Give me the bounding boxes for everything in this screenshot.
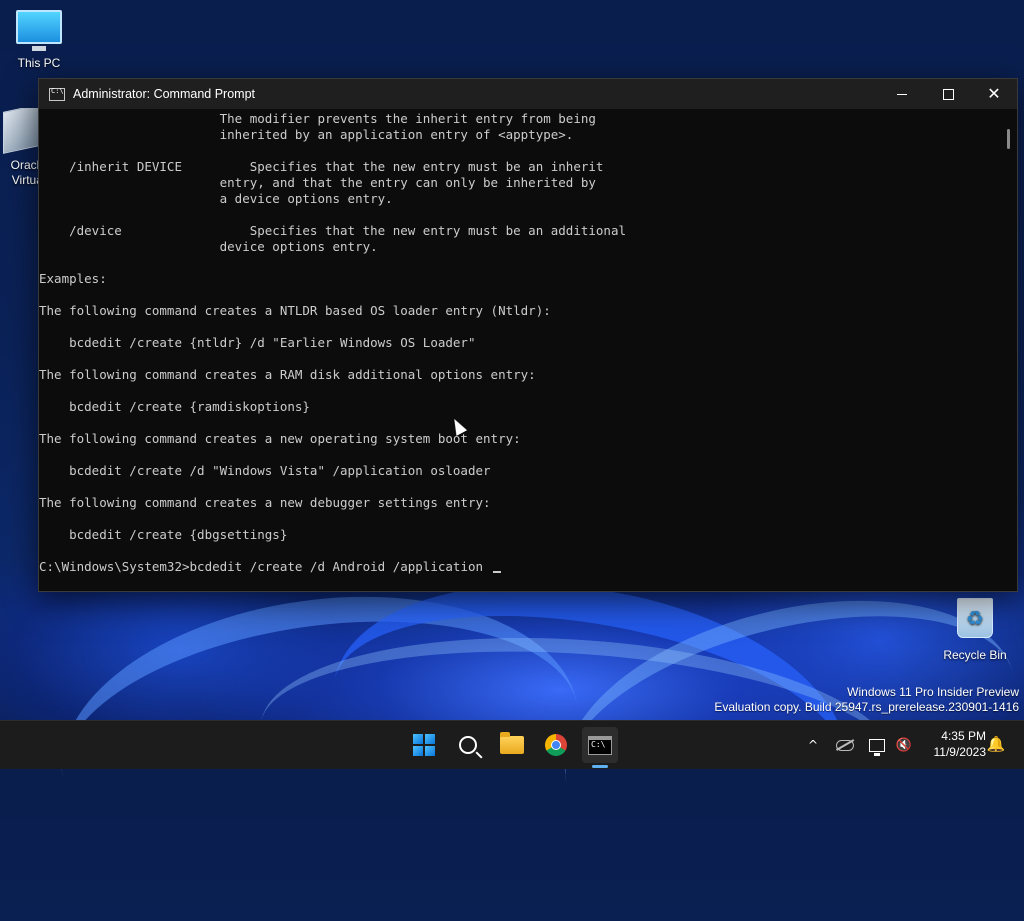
console-line: The following command creates a NTLDR ba…	[39, 303, 551, 318]
maximize-icon	[942, 88, 954, 100]
clock-time: 4:35 PM	[941, 729, 986, 743]
console-line: The following command creates a new oper…	[39, 431, 521, 446]
close-icon: ✕	[987, 84, 1001, 103]
recycle-bin-icon	[957, 598, 993, 638]
desktop-icon-this-pc[interactable]: This PC	[2, 10, 76, 70]
bell-icon: 🔔	[986, 735, 1006, 753]
virtualbox-icon	[3, 108, 39, 154]
command-prompt-taskbar-button[interactable]	[582, 727, 618, 763]
console-line: Examples:	[39, 271, 107, 286]
search-button[interactable]	[450, 727, 486, 763]
prompt-text: C:\Windows\System32>	[39, 559, 190, 574]
desktop-icon-recycle-bin[interactable]: Recycle Bin	[938, 598, 1012, 662]
console-line: /device Specifies that the new entry mus…	[39, 223, 626, 238]
file-explorer-button[interactable]	[494, 727, 530, 763]
console-line: The modifier prevents the inherit entry …	[39, 111, 596, 126]
command-input[interactable]: bcdedit /create /d Android /application	[190, 559, 491, 574]
desktop-icon-label: Recycle Bin	[943, 648, 1007, 662]
desktop-icon-virtualbox[interactable]: Oracle VM VirtualBox	[2, 108, 40, 188]
console-line: bcdedit /create /d "Windows Vista" /appl…	[39, 463, 491, 478]
cmd-app-icon	[49, 87, 65, 101]
watermark-build: Evaluation copy. Build 25947.rs_prerelea…	[714, 700, 1019, 714]
onedrive-tray-button[interactable]	[834, 721, 856, 769]
console-line: bcdedit /create {ramdiskoptions}	[39, 399, 310, 414]
clock-button[interactable]: 4:35 PM 11/9/2023	[920, 728, 987, 760]
desktop-icon-label: Oracle VM VirtualBox	[10, 158, 40, 187]
network-tray-button[interactable]	[866, 721, 888, 769]
maximize-button[interactable]	[925, 79, 971, 109]
console-line: The following command creates a RAM disk…	[39, 367, 536, 382]
console-line: bcdedit /create {ntldr} /d "Earlier Wind…	[39, 335, 476, 350]
window-titlebar[interactable]: Administrator: Command Prompt ✕	[39, 79, 1017, 109]
folder-icon	[500, 732, 524, 754]
volume-tray-button[interactable]: 🔇	[893, 721, 915, 769]
console-line: bcdedit /create {dbgsettings}	[39, 527, 288, 542]
search-icon	[459, 736, 477, 754]
volume-muted-icon: 🔇	[895, 737, 913, 753]
network-icon	[869, 738, 885, 756]
chrome-button[interactable]	[538, 727, 574, 763]
clock-date: 11/9/2023	[933, 745, 987, 759]
cloud-offline-icon	[836, 739, 854, 751]
monitor-icon	[16, 10, 62, 51]
notifications-button[interactable]: 🔔	[986, 735, 1006, 753]
console-output[interactable]: The modifier prevents the inherit entry …	[39, 109, 1001, 591]
console-line: /inherit DEVICE Specifies that the new e…	[39, 159, 604, 174]
terminal-icon	[588, 735, 612, 755]
console-line: The following command creates a new debu…	[39, 495, 491, 510]
watermark-edition: Windows 11 Pro Insider Preview	[847, 685, 1019, 699]
windows-logo-icon	[413, 734, 435, 756]
text-cursor	[492, 571, 501, 573]
console-line: device options entry.	[39, 239, 378, 254]
start-button[interactable]	[406, 727, 442, 763]
chrome-icon	[545, 734, 567, 756]
command-line[interactable]: C:\Windows\System32>bcdedit /create /d A…	[39, 559, 1001, 575]
command-prompt-window[interactable]: Administrator: Command Prompt ✕ The modi…	[38, 78, 1018, 592]
vertical-scrollbar[interactable]	[1001, 109, 1017, 591]
taskbar: ^ 🔇 4:35 PM 11/9/2023 🔔	[0, 720, 1024, 769]
console-line: entry, and that the entry can only be in…	[39, 175, 596, 190]
chevron-up-icon: ^	[807, 738, 819, 752]
os-watermark: Windows 11 Pro Insider Preview Evaluatio…	[714, 685, 1019, 715]
minimize-button[interactable]	[879, 79, 925, 109]
show-hidden-icons-button[interactable]: ^	[803, 721, 823, 769]
close-button[interactable]: ✕	[971, 79, 1017, 109]
window-title: Administrator: Command Prompt	[73, 87, 256, 101]
desktop-icon-label: This PC	[17, 56, 61, 70]
minimize-icon	[897, 93, 907, 95]
console-line: inherited by an application entry of <ap…	[39, 127, 574, 142]
console-line: a device options entry.	[39, 191, 393, 206]
scrollbar-thumb[interactable]	[1007, 129, 1010, 149]
